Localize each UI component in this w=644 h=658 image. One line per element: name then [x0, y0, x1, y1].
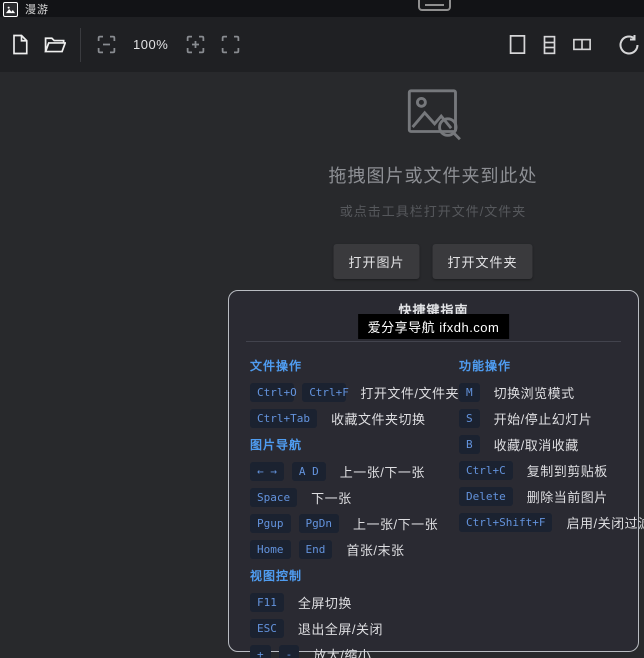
- key-badge: -: [278, 645, 300, 658]
- key-badge: ← →: [250, 462, 284, 481]
- shortcut-description: 全屏切换: [297, 596, 352, 611]
- shortcut-row: + - 放大/缩小: [250, 645, 459, 658]
- shortcut-description: 启用/关闭过滤: [566, 516, 644, 531]
- titlebar: 漫游: [0, 0, 644, 17]
- key-badge: +: [250, 645, 271, 658]
- shortcut-row: Ctrl+Shift+F 启用/关闭过滤: [459, 513, 644, 532]
- panel-divider: [246, 341, 621, 342]
- key-badge: Ctrl+C: [459, 461, 513, 480]
- shortcut-section-title: 文件操作: [250, 359, 303, 373]
- shortcut-row: Space 下一张: [250, 488, 459, 507]
- key-badge: End: [298, 540, 333, 559]
- key-badge: ESC: [250, 619, 284, 638]
- zoom-in-button[interactable]: [185, 34, 206, 55]
- shortcut-row: Delete 删除当前图片: [459, 487, 644, 506]
- drop-zone-subheading: 或点击工具栏打开文件/文件夹: [339, 204, 527, 219]
- shortcut-section-title: 视图控制: [250, 569, 303, 583]
- double-page-view-button[interactable]: [572, 38, 592, 51]
- fit-size-button[interactable]: [220, 34, 241, 55]
- watermark: 爱分享导航 ifxdh.com: [357, 314, 510, 339]
- zoom-level: 100%: [133, 37, 169, 52]
- key-badge: M: [459, 383, 480, 402]
- shortcut-section-title: 功能操作: [459, 359, 512, 373]
- shortcut-row: Ctrl+Tab 收藏文件夹切换: [250, 409, 459, 428]
- open-folder-button[interactable]: [44, 35, 66, 54]
- key-badge: A D: [291, 462, 326, 481]
- shortcut-column-right: 功能操作 M 切换浏览模式 S 开始/停止幻灯片 B 收藏/取消收藏 Ctrl+C 复制到剪贴板…: [459, 349, 644, 658]
- toolbar: 100%: [0, 17, 644, 72]
- toolbar-separator: [80, 27, 81, 62]
- app-title: 漫游: [25, 3, 49, 16]
- key-badge: F11: [250, 593, 284, 612]
- shortcut-row: Pgup PgDn 上一张/下一张: [250, 514, 459, 533]
- key-badge: Space: [250, 488, 298, 507]
- key-badge: PgDn: [298, 514, 339, 533]
- key-badge: Delete: [459, 487, 513, 506]
- key-badge: Pgup: [250, 514, 291, 533]
- shortcut-description: 首张/末张: [346, 543, 405, 558]
- shortcut-section: 文件操作 Ctrl+O Ctrl+F 打开文件/文件夹 Ctrl+Tab 收藏文件夹切换: [250, 357, 459, 428]
- key-badge: Home: [250, 540, 291, 559]
- shortcut-section: 图片导航 ← → A D 上一张/下一张 Space 下一张 Pgup PgDn 上一张/下一张…: [250, 436, 459, 559]
- refresh-button[interactable]: [617, 33, 641, 57]
- shortcut-description: 切换浏览模式: [493, 386, 575, 401]
- shortcut-description: 退出全屏/关闭: [297, 622, 383, 637]
- key-badge: B: [459, 435, 480, 454]
- shortcut-description: 开始/停止幻灯片: [493, 412, 593, 427]
- shortcut-description: 删除当前图片: [526, 490, 608, 505]
- key-badge: S: [459, 409, 480, 428]
- shortcut-row: ESC 退出全屏/关闭: [250, 619, 459, 638]
- open-image-button[interactable]: 打开图片: [333, 244, 420, 279]
- shortcut-column-left: 文件操作 Ctrl+O Ctrl+F 打开文件/文件夹 Ctrl+Tab 收藏文件夹切换图…: [250, 349, 459, 658]
- shortcut-row: ← → A D 上一张/下一张: [250, 462, 459, 481]
- open-folder-button-main[interactable]: 打开文件夹: [432, 244, 533, 279]
- key-badge: Ctrl+F: [302, 383, 349, 402]
- shortcut-row: B 收藏/取消收藏: [459, 435, 644, 454]
- shortcut-guide-panel: 快捷键指南 爱分享导航 ifxdh.com 文件操作 Ctrl+O Ctrl+F 打开…: [228, 290, 644, 658]
- shortcut-row: Ctrl+O Ctrl+F 打开文件/文件夹: [250, 383, 459, 402]
- shortcut-row: Home End 首张/末张: [250, 540, 459, 559]
- shortcut-row: Ctrl+C 复制到剪贴板: [459, 461, 644, 480]
- drop-zone[interactable]: 拖拽图片或文件夹到此处 或点击工具栏打开文件/文件夹 打开图片 打开文件夹: [329, 82, 538, 279]
- shortcut-section-title: 图片导航: [250, 438, 303, 452]
- zoom-out-button[interactable]: [96, 34, 117, 55]
- shortcut-description: 下一张: [311, 491, 352, 506]
- shortcut-section: 视图控制F11全屏切换ESC退出全屏/关闭+-放大/缩小Ctrl+0适应/原始尺…: [250, 567, 459, 658]
- shortcut-row: S 开始/停止幻灯片: [459, 409, 644, 428]
- key-badge: Ctrl+O: [250, 383, 297, 402]
- shortcut-description: 放大/缩小: [313, 648, 372, 658]
- shortcut-section: 功能操作 M 切换浏览模式 S 开始/停止幻灯片 B 收藏/取消收藏 Ctrl+C 复制到剪贴板…: [459, 357, 644, 532]
- list-view-button[interactable]: [542, 35, 557, 55]
- shortcut-row: M 切换浏览模式: [459, 383, 644, 402]
- shortcut-description: 复制到剪贴板: [526, 464, 608, 479]
- shortcut-description: 收藏文件夹切换: [330, 412, 426, 427]
- shortcut-description: 收藏/取消收藏: [493, 438, 579, 453]
- minimized-window-icon[interactable]: [418, 0, 451, 11]
- app-logo-icon: [3, 1, 18, 17]
- open-file-button[interactable]: [11, 34, 29, 55]
- shortcut-description: 上一张/下一张: [339, 465, 425, 480]
- image-viewer-window: 漫游 100% 拖拽图片或文件夹到此处 或点击工具栏打开文件/文件夹 打开图片 …: [0, 0, 644, 658]
- key-badge: Ctrl+Tab: [250, 409, 317, 428]
- single-page-view-button[interactable]: [508, 34, 527, 55]
- drop-zone-heading: 拖拽图片或文件夹到此处: [328, 166, 538, 186]
- shortcut-description: 打开文件/文件夹: [360, 386, 459, 401]
- key-badge: Ctrl+Shift+F: [459, 513, 553, 532]
- shortcut-description: 上一张/下一张: [353, 517, 439, 532]
- shortcut-row: F11 全屏切换: [250, 593, 459, 612]
- image-placeholder-icon: [407, 89, 461, 141]
